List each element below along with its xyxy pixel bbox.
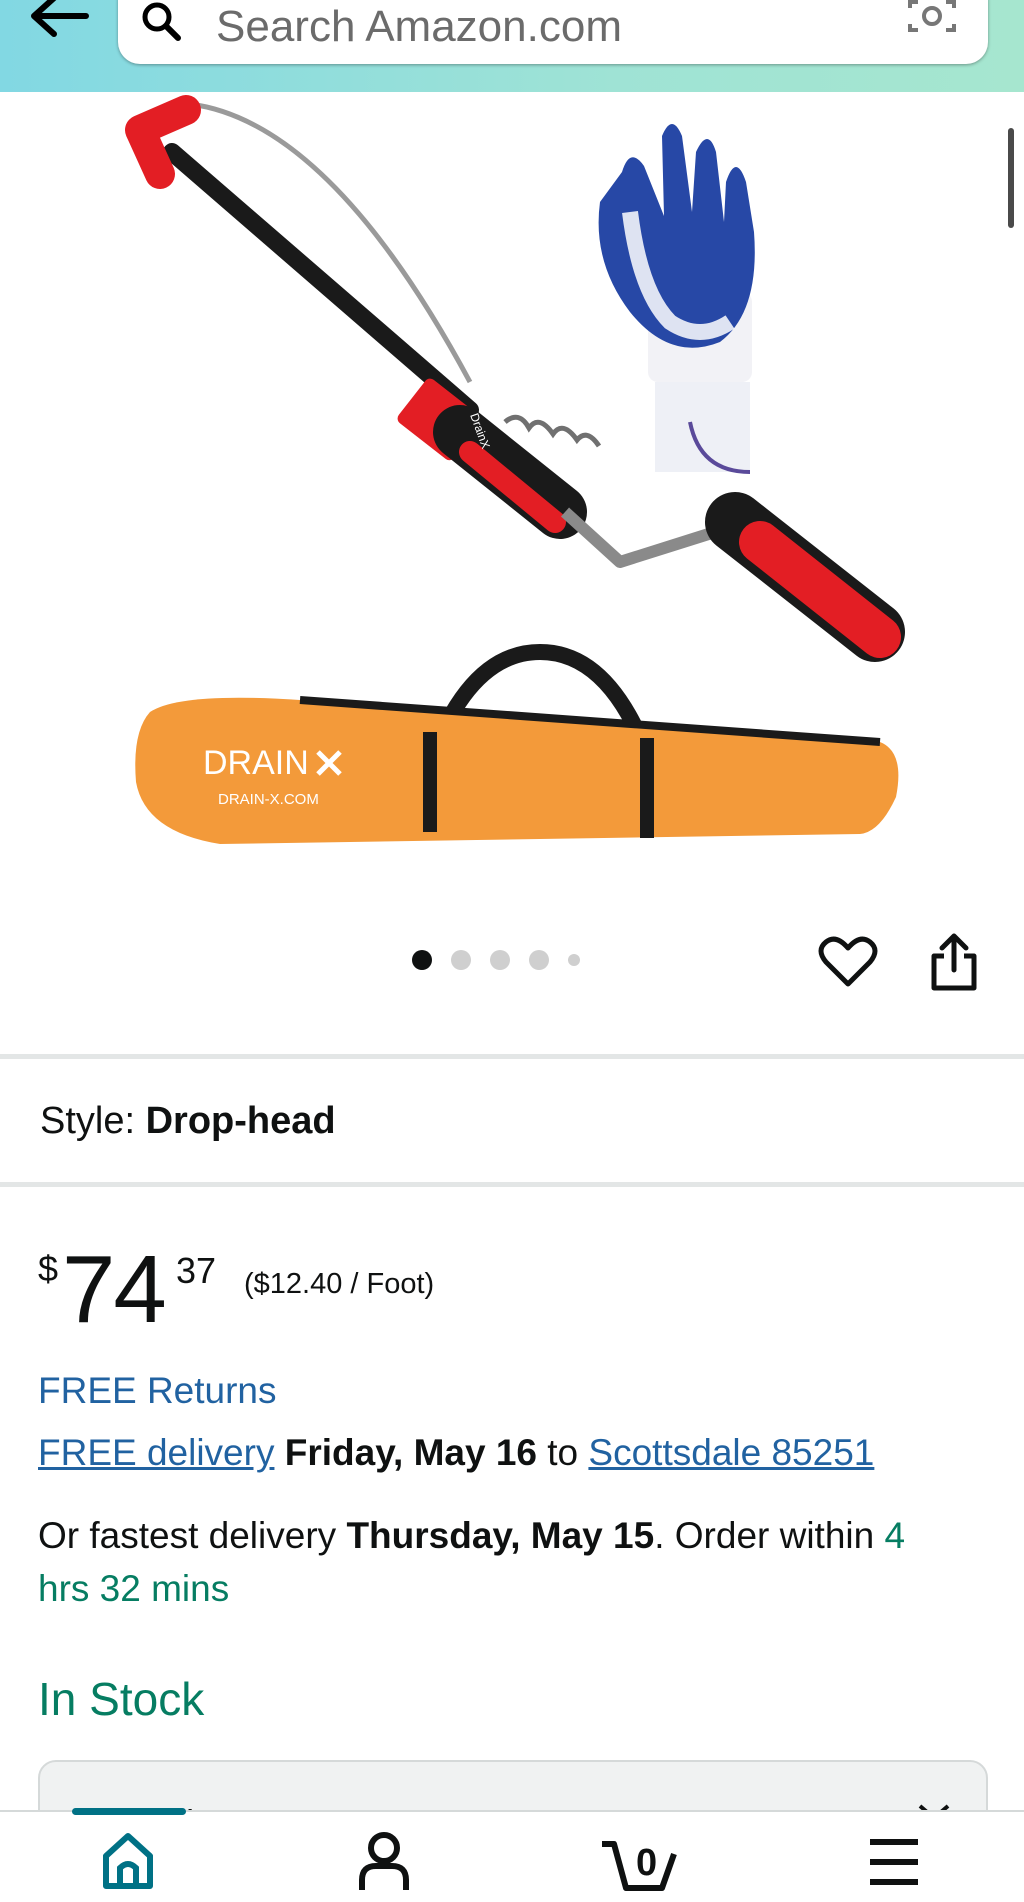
active-tab-indicator: [72, 1808, 186, 1815]
price-currency: $: [38, 1248, 59, 1289]
product-image-gallery[interactable]: DrainX DRAIN DRAIN-X.COM: [0, 92, 1024, 1052]
stock-status: In Stock: [38, 1673, 205, 1725]
delivery-location-link[interactable]: Scottsdale 85251: [588, 1432, 874, 1473]
free-returns-link[interactable]: FREE Returns: [38, 1370, 277, 1411]
countdown-hours: 4: [884, 1515, 906, 1556]
free-returns-row: FREE Returns: [38, 1370, 277, 1412]
style-value: Drop-head: [145, 1100, 336, 1142]
camera-search-icon[interactable]: [906, 0, 958, 36]
carousel-dot-4[interactable]: [529, 950, 549, 970]
delivery-date: Friday, May 16: [284, 1432, 537, 1473]
image-carousel-dots[interactable]: [412, 950, 580, 970]
fastest-delivery-row: Or fastest delivery Thursday, May 15. Or…: [38, 1515, 905, 1557]
style-selector[interactable]: Style: Drop-head: [40, 1100, 336, 1143]
menu-icon[interactable]: [868, 1830, 920, 1892]
unit-price: ($12.40 / Foot): [244, 1268, 435, 1300]
carousel-dot-3[interactable]: [490, 950, 510, 970]
search-placeholder: Search Amazon.com: [216, 2, 622, 51]
back-arrow-icon[interactable]: [26, 0, 90, 44]
free-delivery-link[interactable]: FREE delivery: [38, 1432, 274, 1473]
fastest-date: Thursday, May 15: [346, 1515, 655, 1556]
gloves-image: [598, 124, 755, 474]
bottom-navigation: 0: [0, 1808, 1024, 1902]
bag-brand-text: DRAIN: [203, 744, 309, 782]
search-icon: [142, 2, 181, 41]
page-scrollbar[interactable]: [1008, 128, 1014, 228]
countdown-row: hrs 32 mins: [38, 1568, 229, 1610]
countdown-remaining: hrs 32 mins: [38, 1568, 230, 1609]
product-image: DrainX DRAIN DRAIN-X.COM: [125, 95, 905, 844]
carousel-dot-5[interactable]: [568, 954, 580, 966]
price-fraction: 37: [176, 1250, 217, 1291]
heart-icon[interactable]: [818, 934, 878, 990]
fastest-prefix: Or fastest delivery: [38, 1515, 337, 1556]
carry-bag-image: DRAIN DRAIN-X.COM: [135, 643, 899, 844]
cart-count: 0: [636, 1842, 658, 1884]
search-input[interactable]: Search Amazon.com: [118, 0, 988, 64]
carousel-dot-1[interactable]: [412, 950, 432, 970]
account-icon[interactable]: [358, 1830, 410, 1892]
divider: [0, 1182, 1024, 1187]
top-search-bar: Search Amazon.com: [0, 0, 1024, 92]
carousel-dot-2[interactable]: [451, 950, 471, 970]
share-icon[interactable]: [928, 930, 980, 994]
price-whole: 74: [62, 1236, 167, 1343]
divider: [0, 1054, 1024, 1059]
home-icon[interactable]: [100, 1830, 156, 1892]
order-within-text: . Order within: [654, 1515, 875, 1556]
bag-url-text: DRAIN-X.COM: [218, 791, 319, 808]
delivery-row: FREE delivery Friday, May 16 to Scottsda…: [38, 1432, 874, 1474]
delivery-to-text: to: [547, 1432, 579, 1473]
style-label: Style:: [40, 1100, 136, 1142]
